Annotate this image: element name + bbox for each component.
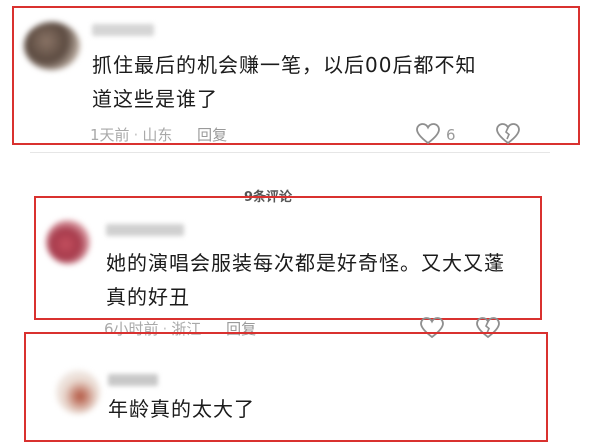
like-count: 6	[446, 126, 456, 144]
comment-text: 她的演唱会服装每次都是好奇怪。又大又蓬 真的好丑	[106, 246, 538, 314]
comment-text-line-1: 抓住最后的机会赚一笔，以后00后都不知	[92, 53, 477, 77]
comment-location: 山东	[142, 126, 173, 144]
heart-outline-icon[interactable]	[416, 123, 440, 145]
broken-heart-icon[interactable]	[496, 123, 520, 145]
divider	[30, 152, 550, 153]
comment-text: 年龄真的太大了	[108, 392, 528, 426]
comment-text-line-1: 她的演唱会服装每次都是好奇怪。又大又蓬	[106, 251, 505, 275]
avatar[interactable]	[46, 220, 90, 264]
reply-button[interactable]: 回复	[197, 126, 227, 144]
username[interactable]	[106, 224, 184, 236]
comment-text: 抓住最后的机会赚一笔，以后00后都不知 道这些是谁了	[92, 48, 572, 116]
comment-text-line-2: 道这些是谁了	[92, 87, 218, 111]
username[interactable]	[108, 374, 158, 386]
comment-text-line-1: 年龄真的太大了	[108, 397, 255, 421]
comment-meta: 1天前 · 山东 回复	[90, 124, 227, 145]
avatar[interactable]	[56, 370, 100, 414]
meta-separator: ·	[133, 126, 139, 144]
avatar[interactable]	[24, 22, 80, 70]
username[interactable]	[92, 24, 154, 36]
comment-text-line-2: 真的好丑	[106, 285, 190, 309]
comment-time: 1天前	[90, 126, 130, 144]
